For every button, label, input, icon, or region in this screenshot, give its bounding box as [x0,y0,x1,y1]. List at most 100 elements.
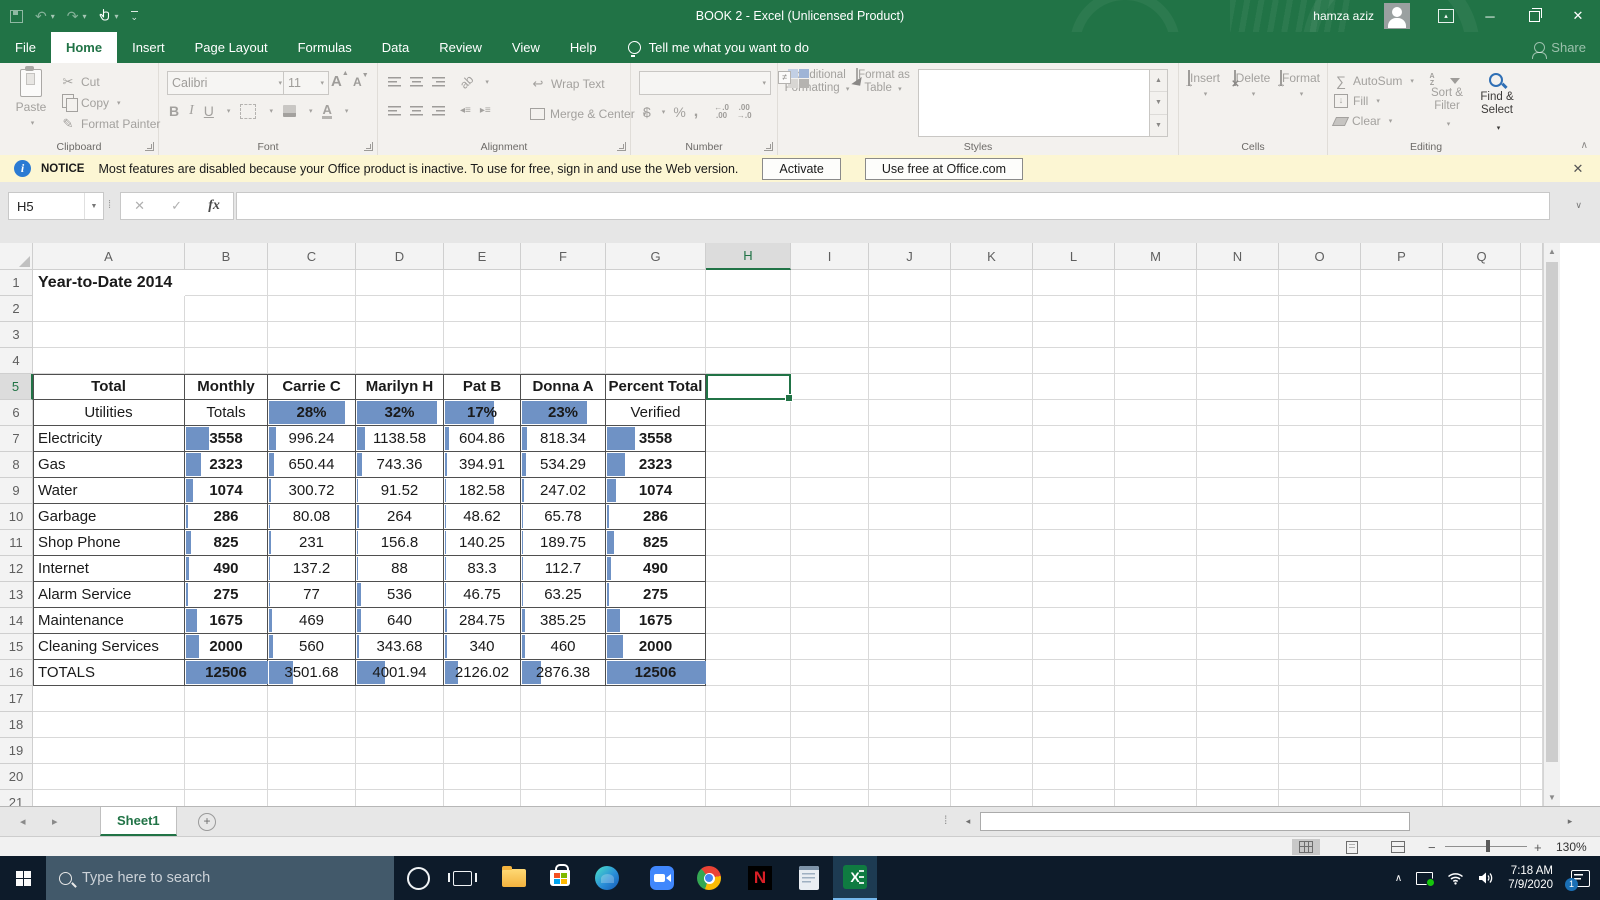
scroll-down-icon[interactable]: ▼ [1544,789,1560,806]
row-header-21[interactable]: 21 [0,790,33,806]
cell-E8[interactable]: 394.91 [444,452,521,478]
find-select-button[interactable]: Find & Select▾ [1474,73,1520,135]
clear-button[interactable]: Clear▾ [1334,111,1414,131]
cell-B9[interactable]: 1074 [185,478,268,504]
cell-A15[interactable]: Cleaning Services [33,634,185,660]
cell-D15[interactable]: 343.68 [356,634,444,660]
ribbon-display-options-button[interactable]: ▴ [1424,0,1468,32]
volume-icon[interactable] [1478,871,1494,885]
cell-C8[interactable]: 650.44 [268,452,356,478]
insert-function-icon[interactable]: fx [208,198,220,214]
microsoft-store-button[interactable] [538,856,582,900]
cell-E10[interactable]: 48.62 [444,504,521,530]
cell-A12[interactable]: Internet [33,556,185,582]
format-as-table-button[interactable]: Format as Table ▾ [854,69,912,96]
cell-B10[interactable]: 286 [185,504,268,530]
underline-dropdown-icon[interactable]: ▾ [227,107,231,115]
bold-button[interactable]: B [169,103,179,119]
action-center-button[interactable]: 1 [1571,870,1590,887]
cell-B8[interactable]: 2323 [185,452,268,478]
cell-E14[interactable]: 284.75 [444,608,521,634]
use-free-button[interactable]: Use free at Office.com [865,158,1023,180]
cell-E16[interactable]: 2126.02 [444,660,521,686]
font-dialog-launcher[interactable] [364,142,373,151]
chrome-button[interactable] [687,856,731,900]
cell-D6[interactable]: 32% [356,400,444,426]
row-header-7[interactable]: 7 [0,426,33,452]
alignment-dialog-launcher[interactable] [617,142,626,151]
cell-F13[interactable]: 63.25 [521,582,606,608]
cell-D5[interactable]: Marilyn H [356,374,444,400]
top-align-icon[interactable] [388,77,401,87]
vertical-scroll-thumb[interactable] [1546,262,1558,762]
cell-D9[interactable]: 91.52 [356,478,444,504]
row-header-1[interactable]: 1 [0,270,33,296]
row-header-6[interactable]: 6 [0,400,33,426]
horizontal-scrollbar[interactable]: ◂ ▸ [960,811,1578,832]
zoom-level[interactable]: 130% [1556,837,1587,857]
column-header-I[interactable]: I [791,243,869,270]
cell-E11[interactable]: 140.25 [444,530,521,556]
decrease-decimal-icon[interactable]: .00→.0 [737,104,752,120]
signed-in-user[interactable]: hamza aziz [1313,9,1374,23]
cell-A11[interactable]: Shop Phone [33,530,185,556]
format-painter-button[interactable]: ✎Format Painter [60,113,160,134]
expand-formula-bar-icon[interactable]: ∨ [1575,192,1582,218]
cell-E6[interactable]: 17% [444,400,521,426]
file-explorer-button[interactable] [492,856,536,900]
column-header-F[interactable]: F [521,243,606,270]
orientation-icon[interactable]: ab [457,72,476,91]
cell-F11[interactable]: 189.75 [521,530,606,556]
percent-style-button[interactable]: % [673,104,685,120]
cell-D10[interactable]: 264 [356,504,444,530]
normal-view-button[interactable] [1292,839,1320,855]
cell-F5[interactable]: Donna A [521,374,606,400]
borders-icon[interactable] [240,104,256,119]
notice-close-icon[interactable]: ✕ [1566,155,1590,182]
format-cells-button[interactable]: ↔ Format▾ [1277,71,1323,99]
row-header-11[interactable]: 11 [0,530,33,556]
cell-B7[interactable]: 3558 [185,426,268,452]
column-header-Q[interactable]: Q [1443,243,1521,270]
bottom-align-icon[interactable] [432,77,445,87]
accounting-format-button[interactable]: $ [643,104,651,120]
tray-display-icon[interactable] [1416,872,1433,885]
menu-tab-view[interactable]: View [497,32,555,63]
cell-G6[interactable]: Verified [606,400,706,426]
cell-A14[interactable]: Maintenance [33,608,185,634]
excel-taskbar-button[interactable]: X [833,856,877,900]
cell-C16[interactable]: 3501.68 [268,660,356,686]
menu-tab-insert[interactable]: Insert [117,32,180,63]
start-button[interactable] [0,856,46,900]
cell-B6[interactable]: Totals [185,400,268,426]
cell-C13[interactable]: 77 [268,582,356,608]
column-header-C[interactable]: C [268,243,356,270]
formula-input[interactable] [236,192,1550,220]
cell-C10[interactable]: 80.08 [268,504,356,530]
cell-F8[interactable]: 534.29 [521,452,606,478]
cell-G7[interactable]: 3558 [606,426,706,452]
menu-tab-file[interactable]: File [0,32,51,63]
column-header-partial[interactable] [1521,243,1543,270]
gallery-scroll-buttons[interactable]: ▲▼▼ [1150,69,1168,137]
copy-button[interactable]: Copy▾ [60,92,160,113]
cell-F9[interactable]: 247.02 [521,478,606,504]
cell-C9[interactable]: 300.72 [268,478,356,504]
menu-tab-formulas[interactable]: Formulas [283,32,367,63]
row-header-4[interactable]: 4 [0,348,33,374]
column-header-P[interactable]: P [1361,243,1443,270]
cut-button[interactable]: ✂Cut [60,71,160,92]
redo-icon[interactable]: ↷ [67,9,79,23]
fill-button[interactable]: ↓Fill▾ [1334,91,1414,111]
cell-B5[interactable]: Monthly [185,374,268,400]
cell-F10[interactable]: 65.78 [521,504,606,530]
cell-C15[interactable]: 560 [268,634,356,660]
column-header-J[interactable]: J [869,243,951,270]
row-header-10[interactable]: 10 [0,504,33,530]
row-header-13[interactable]: 13 [0,582,33,608]
cell-A6[interactable]: Utilities [33,400,185,426]
cell-C14[interactable]: 469 [268,608,356,634]
cell-G16[interactable]: 12506 [606,660,706,686]
cell-A1[interactable]: Year-to-Date 2014 [33,270,185,296]
italic-button[interactable]: I [189,103,194,119]
